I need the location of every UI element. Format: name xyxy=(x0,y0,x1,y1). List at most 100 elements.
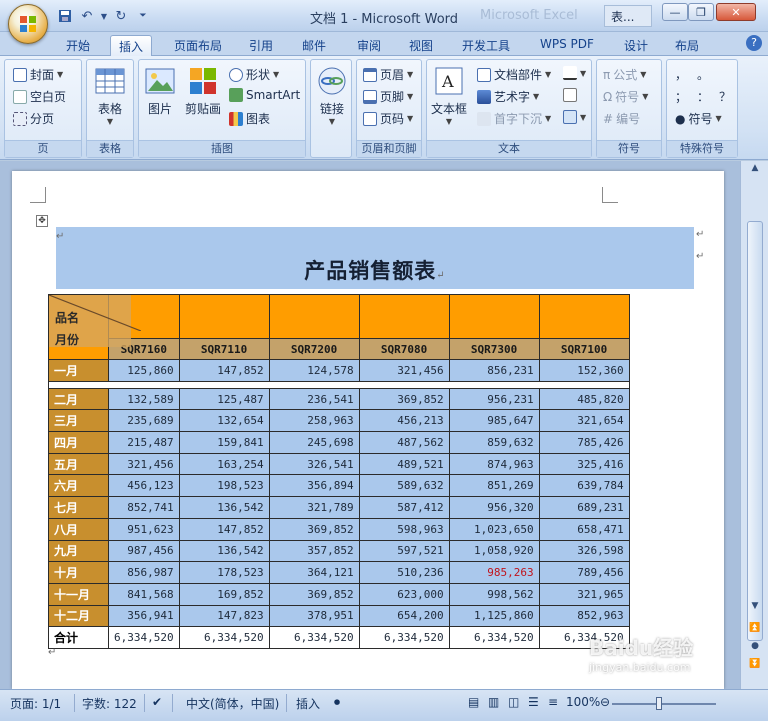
value-cell[interactable]: 356,894 xyxy=(268,474,360,498)
taskbar-window-button[interactable]: 表... xyxy=(604,5,652,27)
close-button[interactable]: ✕ xyxy=(716,3,756,21)
value-cell[interactable]: 589,632 xyxy=(358,474,450,498)
product-name-cell[interactable]: SQR7080 xyxy=(358,338,450,360)
value-cell[interactable]: 321,456 xyxy=(108,452,180,476)
value-cell[interactable]: 147,823 xyxy=(178,604,270,628)
value-cell[interactable]: 856,987 xyxy=(108,561,180,584)
value-cell[interactable]: 326,541 xyxy=(268,452,360,476)
corner-cell[interactable]: 品名 月份 xyxy=(48,294,141,360)
links-button[interactable]: 链接 ▼ xyxy=(317,66,347,126)
zoom-out-icon[interactable]: ⊖ xyxy=(600,695,610,709)
browse-object-icon[interactable]: ● xyxy=(748,641,762,655)
header-cell[interactable] xyxy=(178,294,270,339)
value-cell[interactable]: 132,654 xyxy=(178,409,270,433)
value-cell[interactable]: 654,200 xyxy=(358,604,450,628)
textbox-button[interactable]: A 文本框 ▼ xyxy=(431,66,467,126)
value-cell[interactable]: 378,951 xyxy=(268,604,360,628)
scroll-thumb[interactable] xyxy=(747,221,763,641)
month-cell[interactable]: 五月 xyxy=(48,452,109,476)
value-cell[interactable]: 623,000 xyxy=(358,582,450,606)
tab-wps-pdf[interactable]: WPS PDF xyxy=(532,35,602,56)
month-cell[interactable]: 八月 xyxy=(48,517,109,541)
value-cell[interactable]: 485,820 xyxy=(538,387,630,411)
value-cell[interactable]: 874,963 xyxy=(448,452,540,476)
header-cell[interactable] xyxy=(268,294,360,339)
month-cell[interactable]: 七月 xyxy=(48,496,109,519)
object-button[interactable]: ▼ xyxy=(563,110,586,124)
value-cell[interactable]: 369,852 xyxy=(268,517,360,541)
tab-page-layout[interactable]: 页面布局 xyxy=(166,35,230,56)
vertical-scrollbar[interactable]: ▲ ▼ ⏫ ● ⏬ xyxy=(740,161,768,689)
minimize-button[interactable]: — xyxy=(662,3,688,21)
table-heading[interactable]: 产品销售额表↵ xyxy=(56,255,694,285)
header-cell[interactable] xyxy=(448,294,540,339)
value-cell[interactable]: 587,412 xyxy=(358,496,450,519)
value-cell[interactable]: 1,125,860 xyxy=(448,604,540,628)
fullwidth-colon-button[interactable]: ： xyxy=(697,88,709,105)
datetime-button[interactable] xyxy=(563,88,577,102)
value-cell[interactable]: 369,852 xyxy=(268,582,360,606)
value-cell[interactable]: 859,632 xyxy=(448,431,540,454)
value-cell[interactable]: 489,521 xyxy=(358,452,450,476)
value-cell[interactable]: 369,852 xyxy=(358,387,450,411)
value-cell[interactable]: 178,523 xyxy=(178,561,270,584)
tab-developer[interactable]: 开发工具 xyxy=(454,35,518,56)
tab-design[interactable]: 设计 xyxy=(616,35,656,56)
tab-references[interactable]: 引用 xyxy=(241,35,281,56)
value-cell[interactable]: 597,521 xyxy=(358,539,450,563)
value-cell[interactable]: 136,542 xyxy=(178,539,270,563)
value-cell[interactable]: 147,852 xyxy=(178,517,270,541)
value-cell[interactable]: 169,852 xyxy=(178,582,270,606)
language-indicator[interactable]: 中文(简体，中国) xyxy=(186,695,279,712)
month-cell[interactable]: 一月 xyxy=(48,359,109,382)
page-count[interactable]: 页面: 1/1 xyxy=(10,695,61,712)
shapes-button[interactable]: 形状 ▼ xyxy=(229,66,279,83)
value-cell[interactable]: 951,623 xyxy=(108,517,180,541)
value-cell[interactable]: 321,965 xyxy=(538,582,630,606)
total-value-cell[interactable]: 6,334,520 xyxy=(268,626,360,649)
sales-table[interactable]: 品名 月份 SQR7160 SQR7110 SQR7200 SQR7080 SQR7300 S… xyxy=(48,294,630,649)
fullwidth-semicolon-button[interactable]: ； xyxy=(675,88,687,105)
value-cell[interactable]: 987,456 xyxy=(108,539,180,563)
table-move-handle-icon[interactable]: ✥ xyxy=(36,215,48,227)
value-cell[interactable]: 851,269 xyxy=(448,474,540,498)
proofing-icon[interactable]: ✔ xyxy=(152,695,162,709)
value-cell[interactable]: 132,589 xyxy=(108,387,180,411)
zoom-level[interactable]: 100% xyxy=(566,695,600,709)
value-cell[interactable]: 125,860 xyxy=(108,359,180,382)
value-cell[interactable]: 147,852 xyxy=(178,359,270,382)
header-cell[interactable] xyxy=(358,294,450,339)
month-cell[interactable]: 十二月 xyxy=(48,604,109,628)
signature-line-button[interactable]: ▼ xyxy=(563,66,586,80)
value-cell[interactable]: 159,841 xyxy=(178,431,270,454)
view-web-layout-icon[interactable]: ◫ xyxy=(508,695,519,709)
value-cell[interactable]: 321,789 xyxy=(268,496,360,519)
month-cell[interactable]: 六月 xyxy=(48,474,109,498)
chart-button[interactable]: 图表 xyxy=(229,110,270,127)
value-cell[interactable]: 136,542 xyxy=(178,496,270,519)
clipart-button[interactable]: 剪贴画 xyxy=(185,66,221,117)
value-cell[interactable]: 998,562 xyxy=(448,582,540,606)
value-cell[interactable]: 326,598 xyxy=(538,539,630,563)
view-full-screen-icon[interactable]: ▥ xyxy=(488,695,499,709)
value-cell[interactable]: 163,254 xyxy=(178,452,270,476)
value-cell[interactable]: 985,647 xyxy=(448,409,540,433)
total-value-cell[interactable]: 6,334,520 xyxy=(448,626,540,649)
footer-button[interactable]: 页脚 ▼ xyxy=(363,88,413,105)
fullwidth-comma-button[interactable]: ， xyxy=(675,66,687,83)
value-cell[interactable]: 235,689 xyxy=(108,409,180,433)
value-cell[interactable]: 364,121 xyxy=(268,561,360,584)
special-symbol-button[interactable]: ● 符号 ▼ xyxy=(675,110,722,127)
month-cell[interactable]: 九月 xyxy=(48,539,109,563)
view-print-layout-icon[interactable]: ▤ xyxy=(468,695,479,709)
word-count[interactable]: 字数: 122 xyxy=(82,695,137,712)
symbol-button[interactable]: Ω 符号 ▼ xyxy=(603,88,648,105)
page-break-button[interactable]: 分页 xyxy=(13,110,54,127)
value-cell[interactable]: 258,963 xyxy=(268,409,360,433)
document-page[interactable]: ✥ ↵ 产品销售额表↵ ↵ ↵ 品名 月份 SQR7160 SQR7110 SQR720… xyxy=(12,171,724,689)
table-button[interactable]: 表格 ▼ xyxy=(95,66,125,126)
restore-button[interactable]: ❐ xyxy=(688,3,714,21)
value-cell[interactable]: 510,236 xyxy=(358,561,450,584)
total-label-cell[interactable]: 合计 xyxy=(48,626,109,649)
view-outline-icon[interactable]: ☰ xyxy=(528,695,539,709)
